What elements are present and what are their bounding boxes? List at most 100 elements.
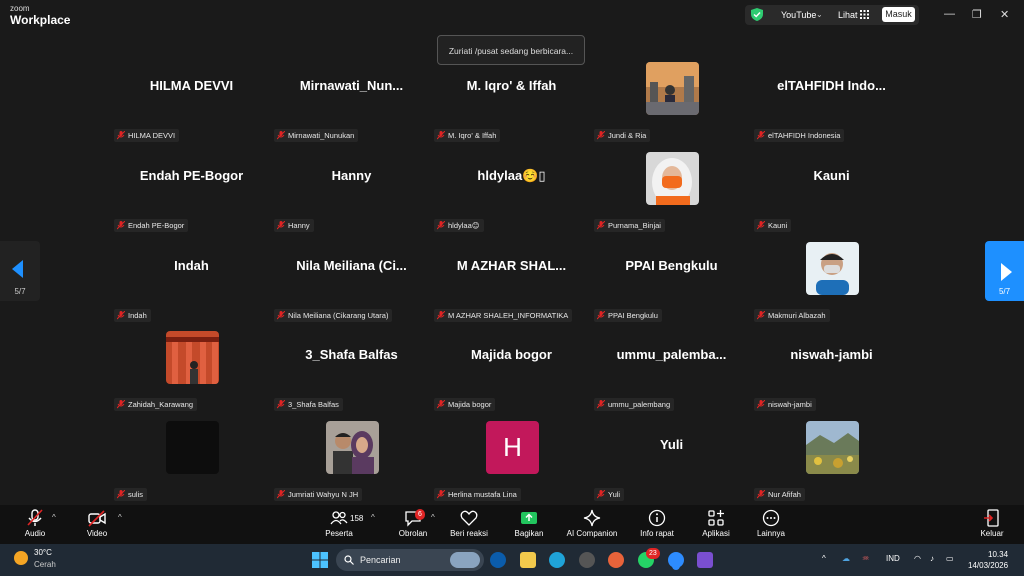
participant-name: Mirnawati_Nun... — [299, 78, 404, 93]
chrome-icon[interactable] — [579, 552, 595, 568]
participant-label: Nila Meiliana (Cikarang Utara) — [274, 309, 393, 322]
youtube-stream-button[interactable]: YouTube — [781, 10, 816, 20]
participant-tile[interactable]: Makmuri Albazah — [754, 240, 909, 324]
participant-tile[interactable]: HILMA DEVVI HILMA DEVVI — [114, 60, 269, 144]
participant-tile[interactable]: Nur Afifah — [754, 419, 909, 503]
participant-tile[interactable]: hldylaa☺️▯ hldylaa😊 — [434, 150, 589, 234]
cloud-icon[interactable]: ☁ — [842, 554, 850, 563]
ai-label: AI Companion — [566, 529, 618, 538]
shield-icon[interactable] — [751, 8, 763, 21]
participant-tile[interactable]: Indah Indah — [114, 240, 269, 324]
mic-muted-icon — [757, 221, 765, 230]
apps-button[interactable]: Aplikasi — [700, 509, 732, 538]
clock[interactable]: 10.34 14/03/2026 — [968, 549, 1008, 571]
participant-tile[interactable]: Majida bogor Majida bogor — [434, 329, 589, 413]
file-explorer-icon[interactable] — [520, 552, 536, 568]
minimize-icon[interactable]: — — [944, 8, 955, 20]
participant-label: hldylaa😊 — [434, 219, 484, 232]
chevron-up-icon[interactable]: ^ — [52, 513, 56, 522]
reactions-button[interactable]: Beri reaksi — [449, 509, 489, 538]
participant-label: Makmuri Albazah — [754, 309, 830, 322]
search-icon — [344, 555, 354, 565]
taskbar-search[interactable]: Pencarian — [336, 549, 484, 571]
zoom-taskbar-icon[interactable] — [668, 552, 684, 568]
participant-label: HILMA DEVVI — [114, 129, 180, 142]
arrow-right-icon — [1001, 263, 1012, 281]
participant-name: 3_Shafa Balfas — [305, 347, 398, 362]
audio-button[interactable]: Audio — [20, 509, 50, 538]
profile-photo — [166, 421, 219, 474]
participant-tile[interactable]: M. Iqro' & Iffah M. Iqro' & Iffah — [434, 60, 589, 144]
more-label: Lainnya — [756, 529, 786, 538]
canva-icon[interactable] — [697, 552, 713, 568]
chevron-down-icon[interactable]: ⌄ — [816, 10, 823, 19]
participant-name: M. Iqro' & Iffah — [466, 78, 557, 93]
edge-icon[interactable] — [549, 552, 565, 568]
participant-label: Mirnawati_Nunukan — [274, 129, 359, 142]
whatsapp-badge: 23 — [646, 548, 660, 559]
letter-avatar: H — [486, 421, 539, 474]
mic-muted-icon — [597, 131, 605, 140]
mic-muted-icon — [117, 400, 125, 409]
meeting-info-button[interactable]: Info rapat — [638, 509, 676, 538]
ai-companion-button[interactable]: AI Companion — [566, 509, 618, 538]
participant-tile[interactable]: niswah-jambi niswah-jambi — [754, 329, 909, 413]
participant-tile[interactable]: Nila Meiliana (Ci... Nila Meiliana (Cika… — [274, 240, 429, 324]
mic-muted-icon — [597, 311, 605, 320]
participant-tile[interactable]: Yuli Yuli — [594, 419, 749, 503]
next-page-button[interactable]: 5/7 — [985, 241, 1024, 301]
participant-tile[interactable]: Purnama_Binjai — [594, 150, 749, 234]
participant-tile[interactable]: Zahidah_Karawang — [114, 329, 269, 413]
share-screen-button[interactable]: Bagikan — [513, 509, 545, 538]
participant-tile[interactable]: 3_Shafa Balfas 3_Shafa Balfas — [274, 329, 429, 413]
participant-tile[interactable]: elTAHFIDH Indo... elTAHFIDH Indonesia — [754, 60, 909, 144]
participant-name: M AZHAR SHAL... — [456, 258, 567, 273]
participant-tile[interactable]: Mirnawati_Nun... Mirnawati_Nunukan — [274, 60, 429, 144]
participant-label: Endah PE-Bogor — [114, 219, 189, 232]
windows-start-icon[interactable] — [312, 552, 328, 568]
mic-muted-icon — [277, 311, 285, 320]
meet-icon[interactable]: ♒ — [862, 554, 869, 563]
participant-label: niswah-jambi — [754, 398, 816, 411]
participant-tile[interactable]: Endah PE-Bogor Endah PE-Bogor — [114, 150, 269, 234]
arrow-left-icon — [12, 260, 23, 278]
mic-muted-icon — [757, 490, 765, 499]
participant-tile[interactable]: sulis — [114, 419, 269, 503]
participant-tile[interactable]: M AZHAR SHAL... M AZHAR SHALEH_INFORMATI… — [434, 240, 589, 324]
participant-tile[interactable]: ummu_palemba... ummu_palembang — [594, 329, 749, 413]
profile-photo — [646, 62, 699, 115]
video-button[interactable]: Video — [82, 509, 112, 538]
chevron-up-icon[interactable]: ^ — [118, 513, 122, 522]
battery-icon[interactable]: ▭ — [946, 554, 954, 563]
language-indicator[interactable]: IND — [886, 554, 900, 563]
sparkle-icon — [583, 509, 601, 527]
participant-tile[interactable]: Jumriati Wahyu N JH — [274, 419, 429, 503]
participant-tile[interactable]: H Herlina mustafa Lina — [434, 419, 589, 503]
chevron-up-icon[interactable]: ^ — [431, 513, 435, 522]
participant-tile[interactable]: Jundi & Ria — [594, 60, 749, 144]
participant-tile[interactable]: Hanny Hanny — [274, 150, 429, 234]
close-icon[interactable]: ✕ — [1000, 8, 1009, 21]
wifi-icon[interactable]: ◠ — [914, 554, 921, 563]
restore-icon[interactable]: ❐ — [972, 8, 982, 21]
previous-page-button[interactable]: 5/7 — [0, 241, 40, 301]
meeting-toolbar: Audio ^ Video ^ Peserta 158 ^ Obrolan 6 … — [0, 505, 1024, 544]
chevron-up-icon[interactable]: ^ — [822, 554, 826, 563]
leave-button[interactable]: Keluar — [978, 509, 1006, 538]
chevron-up-icon[interactable]: ^ — [371, 513, 375, 522]
participant-name: Hanny — [331, 168, 372, 183]
copilot-icon[interactable] — [490, 552, 506, 568]
firefox-icon[interactable] — [608, 552, 624, 568]
participant-tile[interactable]: Kauni Kauni — [754, 150, 909, 234]
participant-tile[interactable]: PPAI Bengkulu PPAI Bengkulu — [594, 240, 749, 324]
weather-sun-icon[interactable] — [14, 551, 28, 565]
view-button[interactable]: Lihat — [838, 10, 858, 20]
apps-label: Aplikasi — [702, 529, 730, 538]
volume-icon[interactable]: ♪ — [930, 554, 934, 563]
more-button[interactable]: Lainnya — [755, 509, 787, 538]
participant-name: niswah-jambi — [790, 347, 873, 362]
login-button[interactable]: Masuk — [882, 7, 915, 22]
mic-muted-icon — [437, 490, 445, 499]
grid-view-icon[interactable] — [860, 10, 869, 19]
participant-name: Majida bogor — [471, 347, 552, 362]
